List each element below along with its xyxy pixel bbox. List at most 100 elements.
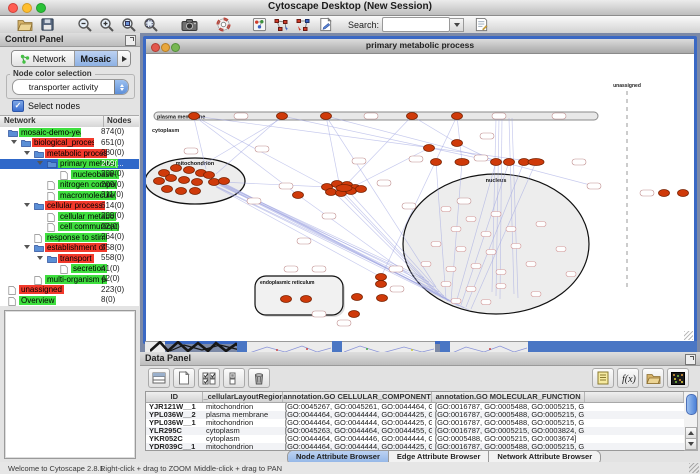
node-color-combobox[interactable]: transporter activity: [12, 79, 129, 95]
tree-row[interactable]: cellular process614(0): [0, 201, 139, 212]
tree-row[interactable]: establishment of lo558(0): [0, 243, 139, 254]
scrollbar-thumb[interactable]: [686, 394, 697, 415]
tab-network[interactable]: Network: [12, 51, 75, 66]
search-input[interactable]: [382, 17, 450, 32]
file-icon: [34, 234, 42, 243]
column-header[interactable]: ID: [146, 392, 203, 402]
table-row[interactable]: YDR039C__1mitochondrion[GO:0044464, GO:0…: [146, 443, 684, 450]
tree-row-label: cellular process: [45, 201, 105, 210]
import-attributes-icon[interactable]: [592, 368, 614, 388]
attribute-table-icon[interactable]: [148, 368, 170, 388]
network-view-titlebar[interactable]: primary metabolic process: [146, 39, 694, 54]
snapshot-icon[interactable]: [178, 17, 200, 32]
tree-row[interactable]: unassigned223(0): [0, 285, 139, 296]
background-window-edge[interactable]: [440, 341, 450, 352]
load-attributes-icon[interactable]: [642, 368, 664, 388]
titlebar[interactable]: Cytoscape Desktop (New Session): [0, 0, 700, 16]
zoom-in-icon[interactable]: [96, 17, 118, 32]
table-scrollbar[interactable]: [684, 391, 698, 451]
table-cell: [GO:0016787, GO:0005488, GO:0005215, G..…: [432, 419, 585, 427]
delete-attribute-icon[interactable]: [248, 368, 270, 388]
file-icon: [60, 265, 68, 274]
tree-row-label: establishment of lo: [45, 243, 107, 252]
function-builder-icon[interactable]: f(x): [617, 368, 639, 388]
attribute-matrix-icon[interactable]: [667, 368, 689, 388]
search-options-icon[interactable]: [470, 17, 492, 32]
column-header[interactable]: annotation.GO MOLECULAR_FUNCTION: [432, 392, 585, 402]
tree-row-count: 558(0): [101, 253, 124, 264]
network-canvas[interactable]: plasma membranecytoplasmmitochondrionnuc…: [146, 54, 694, 341]
disclosure-triangle-icon[interactable]: [37, 256, 43, 260]
search-dropdown-button[interactable]: [450, 18, 464, 32]
tree-row[interactable]: biological_process651(0): [0, 138, 139, 149]
zoom-selected-icon[interactable]: [118, 17, 140, 32]
tree-row[interactable]: cell communicat22(0): [0, 222, 139, 233]
tree-row[interactable]: metabolic process280(0): [0, 148, 139, 159]
tree-row[interactable]: transport558(0): [0, 253, 139, 264]
select-nodes-checkbox[interactable]: ✓: [12, 100, 24, 112]
tree-row[interactable]: secretion41(0): [0, 264, 139, 275]
select-nodes-row: ✓ Select nodes: [12, 100, 80, 112]
table-row[interactable]: YLR295Ccytoplasm[GO:0045263, GO:0044464,…: [146, 427, 684, 435]
control-panel: Control Panel Network Mosaic Node color …: [0, 33, 141, 462]
column-header[interactable]: [585, 392, 684, 402]
disclosure-triangle-icon[interactable]: [24, 203, 30, 207]
table-cell: mitochondrion: [203, 419, 282, 427]
tree-row-label: multi-organism pro: [45, 275, 107, 284]
tab-overflow-button[interactable]: [118, 51, 130, 66]
column-header[interactable]: _cellularLayoutRegion: [203, 392, 282, 402]
birds-eye-view[interactable]: [4, 310, 136, 459]
background-window-edge[interactable]: [332, 341, 342, 352]
layout-2-icon[interactable]: [292, 17, 314, 32]
tree-row[interactable]: Overview8(0): [0, 295, 139, 306]
column-header[interactable]: annotation.GO CELLULAR_COMPONENT: [283, 392, 433, 402]
zoom-fit-icon[interactable]: [140, 17, 162, 32]
table-cell: [GO:0044464, GO:0044446, GO:0044444, G..…: [282, 435, 432, 443]
disclosure-triangle-icon[interactable]: [37, 161, 43, 165]
new-attribute-icon[interactable]: [173, 368, 195, 388]
disclosure-triangle-icon[interactable]: [11, 140, 17, 144]
app-resize-grip[interactable]: [689, 463, 699, 473]
window-resize-grip[interactable]: [684, 331, 693, 340]
tree-row[interactable]: response to stimulu264(0): [0, 232, 139, 243]
scroll-down-button[interactable]: [685, 438, 697, 450]
open-icon[interactable]: [14, 17, 36, 32]
help-icon[interactable]: [212, 17, 234, 32]
svg-text:f(x): f(x): [622, 374, 636, 384]
svg-text:endoplasmic reticulum: endoplasmic reticulum: [260, 280, 315, 286]
table-row[interactable]: YPL036W__2plasma membrane[GO:0044464, GO…: [146, 411, 684, 419]
tree-row[interactable]: cellular metabo209(0): [0, 211, 139, 222]
table-cell: [GO:0045263, GO:0044464, GO:0044455, G..…: [282, 427, 432, 435]
save-icon[interactable]: [36, 17, 58, 32]
unselect-attributes-icon[interactable]: [223, 368, 245, 388]
float-panel-icon[interactable]: [685, 354, 696, 365]
chevron-right-icon: [122, 56, 127, 62]
annotation-icon[interactable]: [314, 17, 336, 32]
background-window-edge[interactable]: [237, 341, 247, 352]
float-panel-icon[interactable]: [125, 35, 136, 46]
vizmapper-icon[interactable]: [248, 17, 270, 32]
layout-1-icon[interactable]: [270, 17, 292, 32]
zoom-out-icon[interactable]: [74, 17, 96, 32]
tree-row[interactable]: nitrogen compo209(0): [0, 180, 139, 191]
table-row[interactable]: YPL036W__1mitochondrion[GO:0044464, GO:0…: [146, 419, 684, 427]
table-cell: mitochondrion: [203, 443, 282, 450]
table-row[interactable]: YJR121W__1mitochondrion[GO:0045267, GO:0…: [146, 403, 684, 411]
tree-row-count: 558(0): [101, 243, 124, 254]
background-window-edge[interactable]: [528, 341, 697, 352]
tree-row[interactable]: mosaic-demo-yeast874(0): [0, 127, 139, 138]
select-attributes-icon[interactable]: [198, 368, 220, 388]
cytoscape-window: Cytoscape Desktop (New Session) Search: …: [0, 0, 700, 474]
disclosure-triangle-icon[interactable]: [24, 245, 30, 249]
attribute-table-rows: YJR121W__1mitochondrion[GO:0045267, GO:0…: [146, 403, 684, 450]
tree-row[interactable]: nucleobase-209(0): [0, 169, 139, 180]
disclosure-triangle-icon[interactable]: [24, 151, 30, 155]
tree-row[interactable]: macromolecule311(0): [0, 190, 139, 201]
table-cell: YLR295C: [146, 427, 203, 435]
file-icon: [47, 213, 55, 222]
tree-row[interactable]: multi-organism pro42(0): [0, 274, 139, 285]
table-row[interactable]: YKR052Ccytoplasm[GO:0044464, GO:0044446,…: [146, 435, 684, 443]
tab-mosaic[interactable]: Mosaic: [75, 51, 118, 66]
table-cell: [585, 435, 684, 443]
tree-row[interactable]: primary metabo209(...: [0, 159, 139, 170]
